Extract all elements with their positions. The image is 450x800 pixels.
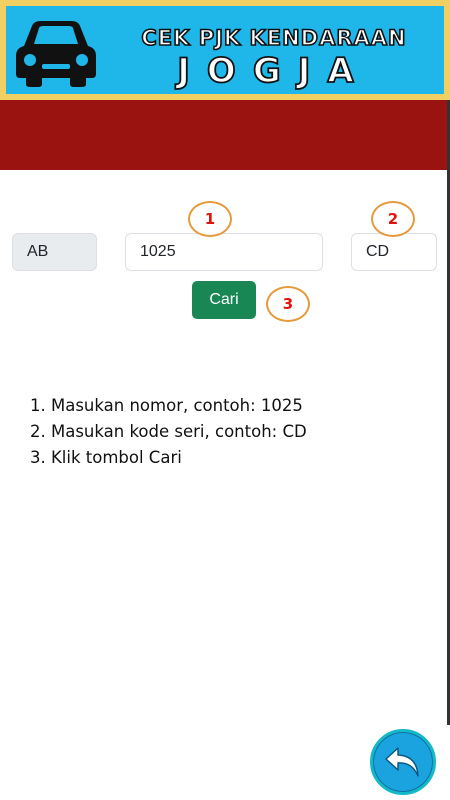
instruction-item: 2. Masukan kode seri, contoh: CD (30, 422, 307, 441)
step-marker-3: 3 (266, 286, 310, 322)
banner-background: CEK PJK KENDARAAN JOGJA (6, 6, 444, 94)
car-icon (16, 21, 96, 87)
banner-title: CEK PJK KENDARAAN (141, 25, 407, 51)
instructions-list: 1. Masukan nomor, contoh: 1025 2. Masuka… (30, 393, 307, 471)
region-code-field[interactable]: AB (12, 233, 97, 271)
search-button[interactable]: Cari (192, 281, 256, 319)
app-banner: CEK PJK KENDARAAN JOGJA (0, 0, 450, 100)
instruction-item: 1. Masukan nomor, contoh: 1025 (30, 396, 303, 415)
header-bar (0, 100, 450, 170)
banner-city: JOGJA (176, 50, 371, 92)
plate-number-input[interactable]: 1025 (125, 233, 323, 271)
instruction-item: 3. Klik tombol Cari (30, 448, 182, 467)
step-marker-2: 2 (371, 201, 415, 237)
back-button[interactable] (370, 729, 436, 795)
step-marker-1: 1 (188, 201, 232, 237)
series-code-input[interactable]: CD (351, 233, 437, 271)
undo-arrow-icon (385, 747, 419, 777)
